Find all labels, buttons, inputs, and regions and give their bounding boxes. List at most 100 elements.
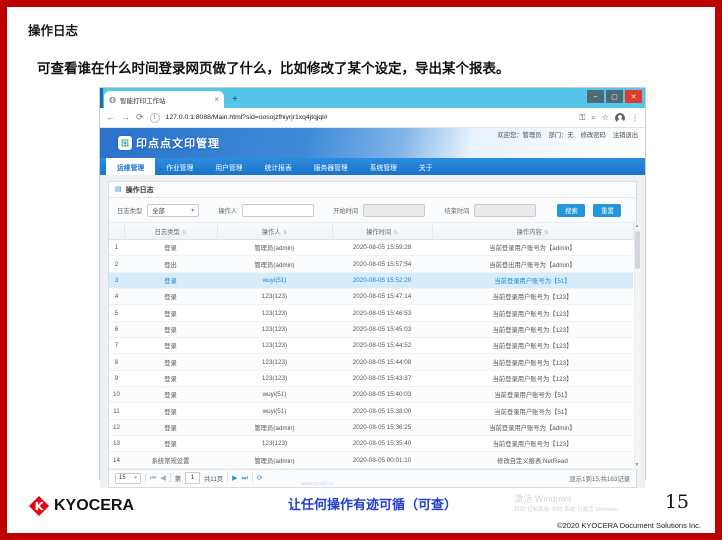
globe-favicon-icon: ◍ [109,96,116,104]
nav-tab-label: 关于 [419,162,433,172]
cell-time: 2020-08-05 15:46:53 [332,305,432,321]
table-row[interactable]: 11登录wuyi(51)2020-08-05 15:38:00当前登录用户账号为… [109,403,633,419]
cell-log-type: 登录 [124,354,217,370]
table-row[interactable]: 4登录123(123)2020-08-05 15:47:14当前登录用户账号为【… [109,289,633,305]
profile-avatar-icon[interactable] [615,113,625,123]
welcome-bar: 欢迎您：管理员 部门：无 修改密码 注销退出 [497,130,638,139]
col-log-type-header[interactable]: 日志类型⇅ [124,223,217,240]
operator-label: 操作人 [218,206,237,215]
nav-tab[interactable]: 运维管理 [106,158,155,175]
slide: 操作日志 可查看谁在什么时间登录网页做了什么，比如修改了某个设定，导出某个报表。… [0,0,722,540]
cell-content: 当前登录用户账号为【51】 [432,387,633,403]
cell-operator: wuyi(51) [217,403,332,419]
log-type-label: 日志类型 [117,206,142,215]
maximize-button[interactable]: ▢ [606,90,623,103]
reload-icon[interactable]: ⟳ [136,113,144,122]
cell-time: 2020-08-05 15:35:40 [332,436,432,452]
cell-operator: wuyi(51) [217,272,332,288]
col-operator-header[interactable]: 操作人⇅ [217,223,332,240]
end-time-input[interactable] [474,204,536,217]
scroll-down-icon[interactable]: ▼ [635,462,640,469]
minimize-button[interactable]: – [587,90,604,103]
operator-input[interactable] [242,204,314,217]
cell-time: 2020-08-05 15:45:03 [332,321,432,337]
app-header: 欢迎您：管理员 部门：无 修改密码 注销退出 ⊞ 印点点文印管理 [100,128,645,158]
nav-tab[interactable]: 关于 [408,158,444,175]
table-row[interactable]: 13登录123(123)2020-08-05 15:35:40当前登录用户账号为… [109,436,633,452]
nav-tab[interactable]: 用户管理 [204,158,253,175]
cell-log-type: 登录 [124,436,217,452]
cell-content: 修改自定义报表:NetRead [432,452,633,468]
cell-operator: 123(123) [217,305,332,321]
cell-time: 2020-08-05 15:40:03 [332,387,432,403]
cell-time: 2020-08-05 15:43:37 [332,370,432,386]
menu-dots-icon[interactable]: ⋮ [631,114,639,122]
scroll-up-icon[interactable]: ▲ [635,223,640,230]
back-icon[interactable]: ← [106,113,115,122]
scrollbar-thumb[interactable] [635,231,640,269]
table-row[interactable]: 10登录wuyi(51)2020-08-05 15:40:03当前登录用户账号为… [109,387,633,403]
search-button[interactable]: 搜索 [557,204,585,217]
table-row[interactable]: 9登录123(123)2020-08-05 15:43:37当前登录用户账号为【… [109,370,633,386]
zoom-icon[interactable]: ⌕ [591,114,595,122]
log-type-select[interactable]: 全部 ▾ [147,204,199,217]
table-row[interactable]: 2登出管理员(admin)2020-08-05 15:57:54当前登出用户账号… [109,256,633,272]
table-row[interactable]: 3登录wuyi(51)2020-08-05 15:52:20当前登录用户账号为【… [109,272,633,288]
nav-tab-label: 服务器管理 [314,162,348,172]
chevron-down-icon: ▾ [191,207,194,214]
site-info-icon[interactable]: i [150,113,160,123]
url-bar[interactable]: 127.0.0.1:8088/Main.html?sid=oosojzfhiyr… [166,114,574,121]
col-content-header[interactable]: 操作内容⇅ [432,223,633,240]
app-navbar: 运维管理 作业管理 用户管理 统计报表 服务器管理 系统管理 关于 [100,158,645,175]
cell-operator: 管理员(admin) [217,452,332,468]
vertical-scrollbar[interactable]: ▲ ▼ [634,223,640,469]
window-controls: – ▢ ✕ [587,90,642,103]
cell-time: 2020-08-05 15:57:54 [332,256,432,272]
reset-button[interactable]: 重置 [593,204,621,217]
slide-body-text: 可查看谁在什么时间登录网页做了什么，比如修改了某个设定，导出某个报表。 [37,57,510,77]
table-header-row: 日志类型⇅ 操作人⇅ 操作时间⇅ 操作内容⇅ [109,223,633,240]
copyright-text: ©2020 KYOCERA Document Solutions Inc. [557,521,701,530]
table-row[interactable]: 12登录管理员(admin)2020-08-05 15:36:25当前登录用户账… [109,419,633,435]
cell-log-type: 登录 [124,419,217,435]
log-table-body: 1登录管理员(admin)2020-08-05 15:59:28当前登录用户账号… [109,240,633,469]
cell-log-type: 登录 [124,321,217,337]
col-time-header[interactable]: 操作时间⇅ [332,223,432,240]
bookmark-star-icon[interactable]: ☆ [602,114,609,122]
panel-header: ▤ 操作日志 [109,182,636,198]
nav-tab[interactable]: 服务器管理 [303,158,359,175]
table-row[interactable]: 7登录123(123)2020-08-05 15:44:52当前登录用户账号为【… [109,338,633,354]
sort-icon: ⇅ [544,230,549,236]
cell-log-type: 系统常规设置 [124,452,217,468]
nav-tab[interactable]: 作业管理 [155,158,204,175]
cell-operator: 管理员(admin) [217,419,332,435]
row-index: 11 [109,403,124,419]
logout-link[interactable]: 注销退出 [613,130,638,139]
table-row[interactable]: 8登录123(123)2020-08-05 15:44:08当前登录用户账号为【… [109,354,633,370]
operation-log-panel: ▤ 操作日志 日志类型 全部 ▾ 操作人 开始时间 结束时间 搜索 [108,181,637,488]
cell-time: 2020-08-05 00:01:10 [332,452,432,468]
start-time-input[interactable] [363,204,425,217]
cell-log-type: 登录 [124,305,217,321]
close-button[interactable]: ✕ [625,90,642,103]
row-index: 6 [109,321,124,337]
password-key-icon[interactable]: ⚿ [579,114,585,122]
nav-tab[interactable]: 系统管理 [359,158,408,175]
table-row[interactable]: 5登录123(123)2020-08-05 15:46:53当前登录用户账号为【… [109,305,633,321]
cell-operator: 管理员(admin) [217,256,332,272]
tab-close-icon[interactable]: × [214,95,219,104]
table-row[interactable]: 14系统常规设置管理员(admin)2020-08-05 00:01:10修改自… [109,452,633,468]
table-row[interactable]: 6登录123(123)2020-08-05 15:45:03当前登录用户账号为【… [109,321,633,337]
nav-tab[interactable]: 统计报表 [254,158,303,175]
browser-tab[interactable]: ◍ 智能打印工作站 × [104,91,224,108]
cell-log-type: 登录 [124,272,217,288]
change-password-link[interactable]: 修改密码 [581,130,606,139]
cell-log-type: 登录 [124,370,217,386]
table-row[interactable]: 1登录管理员(admin)2020-08-05 15:59:28当前登录用户账号… [109,240,633,256]
new-tab-button[interactable]: + [232,94,238,105]
cell-operator: 管理员(admin) [217,240,332,256]
forward-icon[interactable]: → [121,113,130,122]
welcome-dept: 部门：无 [548,130,573,139]
tab-title: 智能打印工作站 [120,95,211,105]
cell-content: 当前登录用户账号为【123】 [432,305,633,321]
